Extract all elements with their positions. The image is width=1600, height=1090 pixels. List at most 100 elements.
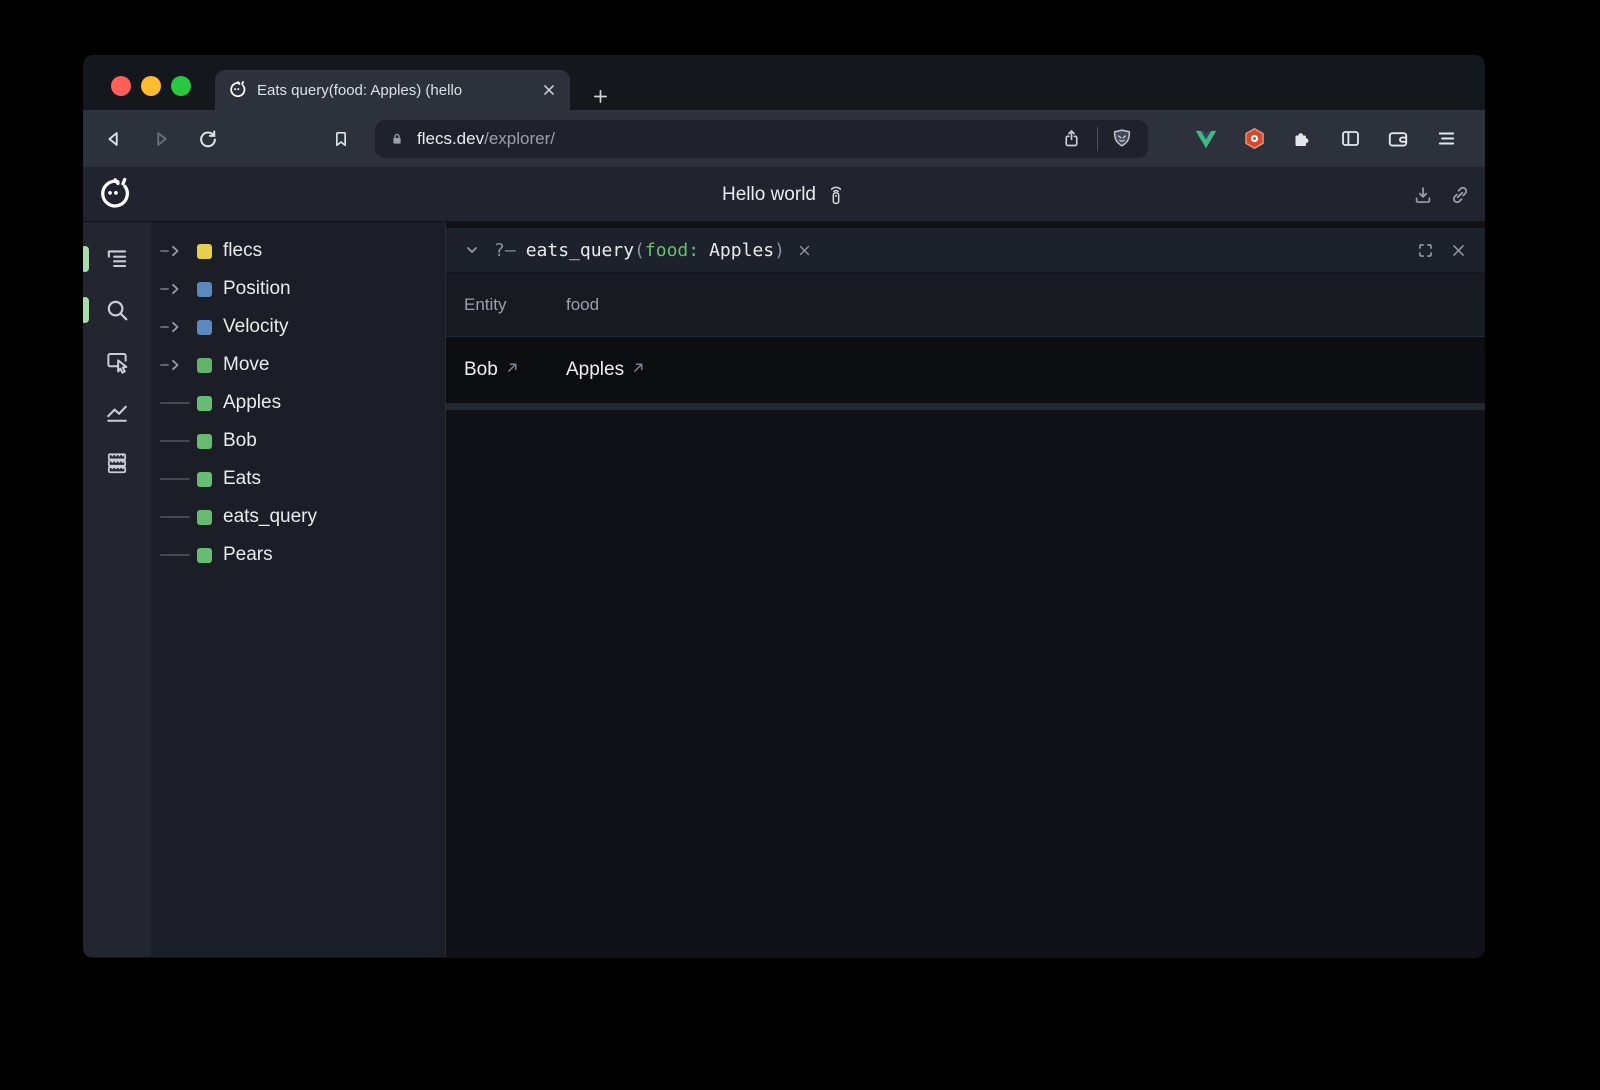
expand-arrow-icon [160, 283, 190, 295]
download-icon[interactable] [1412, 184, 1434, 206]
sidebar-toggle-icon[interactable] [1336, 125, 1364, 153]
tree-connector [160, 321, 190, 333]
tree-item[interactable]: Velocity [151, 308, 445, 346]
browser-tab[interactable]: Eats query(food: Apples) (hello [215, 70, 570, 110]
remote-connection-icon[interactable] [826, 183, 846, 207]
link-icon[interactable] [1449, 184, 1471, 206]
share-icon[interactable] [1057, 125, 1085, 153]
entity-color-square [197, 244, 212, 259]
stats-icon [103, 449, 131, 477]
tree-connector [160, 397, 190, 409]
tree-item-label: Apples [223, 392, 281, 414]
tree-connector [160, 283, 190, 295]
food-cell-label: Apples [566, 359, 624, 381]
column-header-food: food [548, 295, 599, 315]
inspector-icon [103, 347, 131, 375]
fullscreen-icon[interactable] [1416, 241, 1435, 260]
tree-connector [160, 473, 190, 485]
window-minimize-button[interactable] [141, 76, 161, 96]
tree-item[interactable]: eats_query [151, 498, 445, 536]
url-path: /explorer/ [484, 129, 555, 148]
query-arg: Apples [709, 240, 774, 261]
url-text: flecs.dev/explorer/ [417, 129, 1057, 149]
entity-cell[interactable]: Bob [446, 359, 548, 381]
leaf-dash-icon [160, 397, 190, 409]
search-icon [103, 296, 131, 324]
expand-arrow-icon [160, 359, 190, 371]
sidebar-item-inspector[interactable] [83, 346, 151, 376]
tree-item-label: Pears [223, 544, 273, 566]
bookmark-icon[interactable] [324, 122, 358, 156]
urlbar-divider [1097, 127, 1098, 151]
entity-color-square [197, 396, 212, 411]
entity-cell-label: Bob [464, 359, 498, 381]
tree-connector [160, 435, 190, 447]
entity-tree-icon [103, 245, 131, 273]
wallet-icon[interactable] [1384, 125, 1412, 153]
food-link-arrow-icon[interactable] [632, 361, 645, 374]
tree-connector [160, 359, 190, 371]
food-cell[interactable]: Apples [548, 359, 645, 381]
close-icon[interactable] [1450, 242, 1467, 259]
menu-icon[interactable] [1432, 125, 1460, 153]
result-table-header: Entity food [446, 273, 1485, 337]
tree-item-label: Move [223, 354, 269, 376]
tree-item[interactable]: Apples [151, 384, 445, 422]
world-title: Hello world [722, 184, 816, 206]
tree-item[interactable]: flecs [151, 232, 445, 270]
query-param: food: [645, 240, 699, 261]
app-header: Hello world [83, 167, 1485, 222]
extensions-group [1192, 125, 1460, 153]
icon-sidebar [83, 222, 151, 957]
tree-item[interactable]: Bob [151, 422, 445, 460]
browser-window: Eats query(food: Apples) (hello [83, 55, 1485, 958]
chevron-down-icon[interactable] [464, 242, 480, 258]
query-prefix: ?– [494, 240, 516, 261]
tree-connector [160, 549, 190, 561]
entity-color-square [197, 434, 212, 449]
expand-arrow-icon [160, 245, 190, 257]
window-close-button[interactable] [111, 76, 131, 96]
query-remove-icon[interactable] [797, 243, 812, 258]
back-button[interactable] [97, 122, 131, 156]
tree-connector [160, 245, 190, 257]
browser-toolbar: flecs.dev/explorer/ [83, 110, 1485, 167]
url-bar[interactable]: flecs.dev/explorer/ [375, 120, 1148, 158]
result-table-rows: Bob Apples [446, 337, 1485, 403]
flecs-logo-icon[interactable] [95, 176, 132, 213]
sidebar-item-entity-tree[interactable] [83, 244, 151, 274]
entity-color-square [197, 548, 212, 563]
tree-connector [160, 511, 190, 523]
window-zoom-button[interactable] [171, 76, 191, 96]
entity-color-square [197, 510, 212, 525]
tree-item[interactable]: Pears [151, 536, 445, 574]
brave-shield-icon[interactable] [1110, 127, 1134, 151]
extensions-puzzle-icon[interactable] [1288, 125, 1316, 153]
reload-button[interactable] [191, 122, 225, 156]
forward-button[interactable] [144, 122, 178, 156]
query-expression: ?–eats_query(food:Apples) [494, 240, 785, 261]
tree-item-label: Position [223, 278, 291, 300]
leaf-dash-icon [160, 435, 190, 447]
tree-item[interactable]: Move [151, 346, 445, 384]
new-tab-button[interactable] [586, 82, 614, 110]
tree-item-label: Eats [223, 468, 261, 490]
tree-list: flecs Position Velocity [151, 222, 445, 957]
charts-icon [103, 398, 131, 426]
entity-color-square [197, 358, 212, 373]
entity-link-arrow-icon[interactable] [506, 361, 519, 374]
query-panel: ?–eats_query(food:Apples) [445, 222, 1485, 957]
tree-item-label: Velocity [223, 316, 288, 338]
tree-item[interactable]: Position [151, 270, 445, 308]
entity-color-square [197, 282, 212, 297]
tab-close-icon[interactable] [540, 81, 558, 99]
tree-item[interactable]: Eats [151, 460, 445, 498]
sidebar-item-charts[interactable] [83, 397, 151, 427]
query-open-paren: ( [634, 240, 645, 261]
lock-icon [389, 131, 405, 147]
sidebar-item-search[interactable] [83, 295, 151, 325]
tree-item-label: flecs [223, 240, 262, 262]
sidebar-item-stats[interactable] [83, 448, 151, 478]
hex-extension-icon[interactable] [1240, 125, 1268, 153]
vue-devtools-icon[interactable] [1192, 125, 1220, 153]
